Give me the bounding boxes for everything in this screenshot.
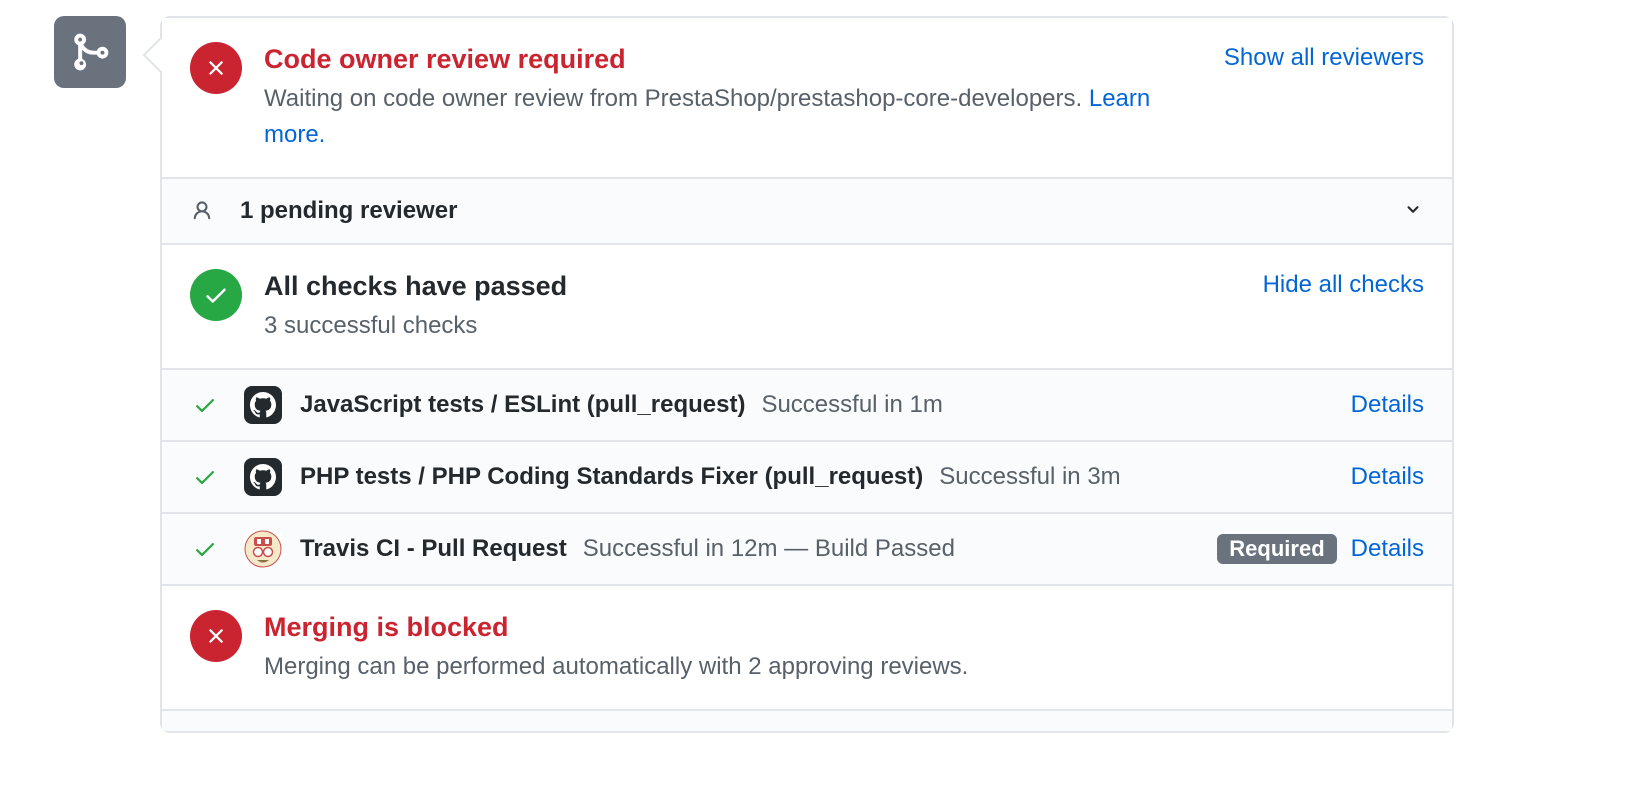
check-icon [203,282,229,308]
check-details-link[interactable]: Details [1351,463,1424,491]
chevron-down-icon [1402,198,1424,225]
hide-all-checks-link[interactable]: Hide all checks [1263,269,1424,299]
merge-timeline-badge [54,16,126,88]
check-pass-icon [190,537,220,561]
check-details-link[interactable]: Details [1351,391,1424,419]
check-details-link[interactable]: Details [1351,535,1424,563]
checks-title: All checks have passed [264,269,1247,304]
error-status-icon [190,42,242,94]
travis-avatar-icon [244,530,282,568]
github-avatar-icon [244,458,282,496]
check-status: Successful in 3m [939,463,1120,491]
review-required-section: Code owner review required Waiting on co… [162,18,1452,179]
x-icon [204,624,228,648]
github-avatar-icon [244,386,282,424]
trailing-section [162,711,1452,731]
success-status-icon [190,269,242,321]
x-icon [204,56,228,80]
check-status: Successful in 1m [761,391,942,419]
check-status: Successful in 12m — Build Passed [583,535,955,563]
review-required-subtitle: Waiting on code owner review from Presta… [264,81,1208,153]
merge-blocked-body: Merging is blocked Merging can be perfor… [264,610,1424,685]
check-row: Travis CI - Pull Request Successful in 1… [162,514,1452,586]
review-required-body: Code owner review required Waiting on co… [264,42,1208,153]
review-required-title: Code owner review required [264,42,1208,77]
error-status-icon [190,610,242,662]
pending-reviewers-section[interactable]: 1 pending reviewer [162,179,1452,245]
check-name: Travis CI - Pull Request [300,535,567,563]
person-icon [190,200,214,222]
check-name: PHP tests / PHP Coding Standards Fixer (… [300,463,923,491]
check-row: JavaScript tests / ESLint (pull_request)… [162,370,1452,442]
check-pass-icon [190,465,220,489]
merge-blocked-title: Merging is blocked [264,610,1424,645]
merge-blocked-section: Merging is blocked Merging can be perfor… [162,586,1452,711]
check-name: JavaScript tests / ESLint (pull_request) [300,391,745,419]
checks-subtitle: 3 successful checks [264,308,1247,344]
check-row: PHP tests / PHP Coding Standards Fixer (… [162,442,1452,514]
checks-summary-section: All checks have passed 3 successful chec… [162,245,1452,370]
merge-blocked-subtitle: Merging can be performed automatically w… [264,649,1424,685]
check-pass-icon [190,393,220,417]
show-all-reviewers-link[interactable]: Show all reviewers [1224,42,1424,72]
required-badge: Required [1217,534,1336,564]
review-subtitle-text: Waiting on code owner review from Presta… [264,85,1089,112]
merge-status-panel: Code owner review required Waiting on co… [160,16,1454,733]
checks-summary-body: All checks have passed 3 successful chec… [264,269,1247,344]
git-merge-icon [69,31,111,73]
pending-reviewer-text: 1 pending reviewer [240,197,1402,225]
